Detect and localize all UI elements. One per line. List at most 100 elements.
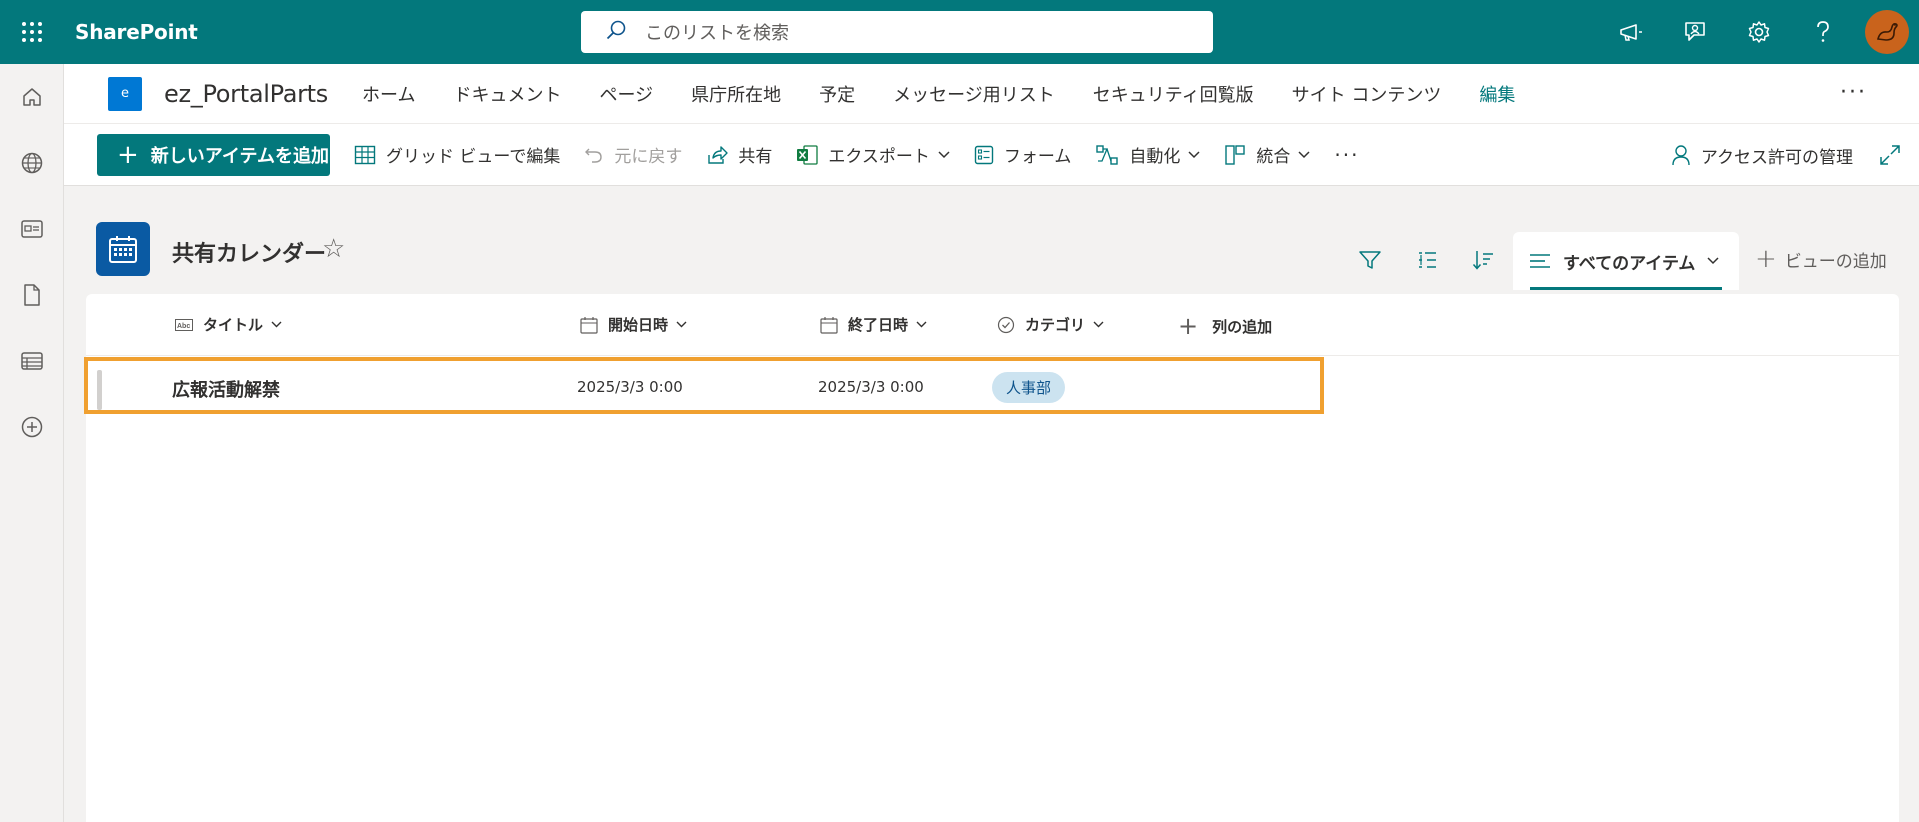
chevron-down-icon (1188, 150, 1200, 159)
column-category-label: カテゴリ (1025, 316, 1086, 334)
nav-item-prefectural-capitals[interactable]: 県庁所在地 (672, 81, 800, 107)
undo-icon (584, 145, 604, 165)
view-lines-icon (1529, 253, 1551, 269)
nav-item-schedule[interactable]: 予定 (800, 81, 874, 107)
site-title[interactable]: ez_PortalParts (164, 80, 328, 108)
column-header-category[interactable]: カテゴリ (997, 314, 1104, 335)
automate-button[interactable]: 自動化 (1095, 142, 1200, 167)
filter-icon[interactable] (1358, 232, 1382, 288)
site-logo[interactable]: e (108, 76, 142, 111)
new-item-label: 新しいアイテムを追加 (150, 145, 329, 167)
document-icon[interactable] (0, 262, 64, 328)
column-header-end[interactable]: 終了日時 (820, 314, 927, 335)
search-box[interactable]: このリストを検索 (581, 11, 1213, 53)
column-end-label: 終了日時 (848, 316, 909, 334)
news-icon[interactable] (0, 196, 64, 262)
integrate-icon (1224, 144, 1246, 166)
megaphone-icon[interactable] (1599, 0, 1663, 64)
home-icon[interactable] (0, 64, 64, 130)
nav-item-home[interactable]: ホーム (343, 81, 434, 107)
manage-access-button[interactable]: アクセス許可の管理 (1671, 143, 1853, 168)
undo-button[interactable]: 元に戻す (584, 142, 682, 167)
text-field-icon: Abc (175, 318, 193, 331)
calendar-small-icon (580, 316, 598, 334)
grid-edit-label: グリッド ビューで編集 (386, 147, 561, 167)
chevron-down-icon (1093, 321, 1104, 328)
view-selector[interactable]: すべてのアイテム (1513, 232, 1739, 290)
globe-icon[interactable] (0, 130, 64, 196)
add-view-button[interactable]: + ビューの追加 (1755, 246, 1887, 272)
sort-icon[interactable] (1472, 232, 1494, 288)
add-column-button[interactable]: + 列の追加 (1178, 314, 1272, 338)
chevron-down-icon (916, 321, 927, 328)
undo-label: 元に戻す (614, 147, 683, 167)
feedback-icon[interactable] (1663, 0, 1727, 64)
forms-label: フォーム (1003, 147, 1072, 167)
gear-icon[interactable] (1727, 0, 1791, 64)
share-label: 共有 (738, 147, 773, 167)
site-navigation: ホーム ドキュメント ページ 県庁所在地 予定 メッセージ用リスト セキュリティ… (343, 81, 1534, 107)
help-icon[interactable] (1791, 0, 1855, 64)
nav-item-documents[interactable]: ドキュメント (434, 81, 580, 107)
site-more-button[interactable]: ··· (1840, 80, 1867, 105)
plus-icon: + (1755, 244, 1777, 274)
nav-item-pages[interactable]: ページ (580, 81, 672, 107)
manage-access-label: アクセス許可の管理 (1700, 147, 1853, 168)
list-title[interactable]: 共有カレンダー (172, 236, 326, 268)
favorite-star-icon[interactable]: ☆ (322, 234, 345, 264)
person-icon (1671, 144, 1691, 166)
plus-icon: + (1178, 312, 1199, 340)
choice-icon (997, 316, 1015, 334)
export-label: エクスポート (828, 147, 930, 167)
column-header-start[interactable]: 開始日時 (580, 314, 687, 335)
brand-name[interactable]: SharePoint (75, 20, 198, 44)
chevron-down-icon (1298, 150, 1310, 159)
avatar[interactable] (1865, 10, 1909, 54)
calendar-small-icon (820, 316, 838, 334)
plus-icon: + (117, 139, 139, 170)
automate-label: 自動化 (1129, 147, 1181, 167)
export-button[interactable]: エクスポート (796, 142, 950, 167)
calendar-icon (96, 222, 150, 276)
more-commands-button[interactable]: ··· (1334, 143, 1359, 167)
site-header: e ez_PortalParts ホーム ドキュメント ページ 県庁所在地 予定… (64, 64, 1919, 124)
app-launcher-icon[interactable] (0, 0, 64, 64)
new-item-button[interactable]: + 新しいアイテムを追加 (97, 133, 330, 176)
column-header-row: Abc タイトル 開始日時 終了日時 カテゴリ + 列の追加 (86, 294, 1899, 356)
chevron-down-icon (676, 321, 687, 328)
search-icon (605, 19, 627, 45)
column-header-title[interactable]: Abc タイトル (175, 314, 282, 335)
nav-item-edit[interactable]: 編集 (1460, 81, 1534, 107)
group-by-icon[interactable] (1416, 232, 1438, 288)
integrate-label: 統合 (1256, 147, 1291, 167)
row-highlight-box (84, 357, 1324, 414)
command-bar: + 新しいアイテムを追加 グリッド ビューで編集 元に戻す 共有 エクスポート (64, 124, 1919, 186)
view-name: すべてのアイテム (1563, 253, 1696, 274)
view-tab-underline (1530, 287, 1722, 290)
column-start-label: 開始日時 (608, 316, 669, 334)
grid-edit-button[interactable]: グリッド ビューで編集 (354, 142, 560, 167)
forms-button[interactable]: フォーム (974, 142, 1072, 167)
column-title-label: タイトル (203, 316, 264, 334)
add-column-label: 列の追加 (1212, 317, 1273, 336)
list-icon[interactable] (0, 328, 64, 394)
nav-item-site-contents[interactable]: サイト コンテンツ (1273, 81, 1461, 107)
chevron-down-icon (1707, 257, 1719, 265)
search-input[interactable]: このリストを検索 (645, 19, 789, 45)
svg-text:Abc: Abc (177, 323, 190, 330)
nav-item-security-circular[interactable]: セキュリティ回覧版 (1074, 81, 1273, 107)
add-view-label: ビューの追加 (1784, 251, 1887, 272)
chevron-down-icon (271, 321, 282, 328)
left-rail (0, 64, 64, 822)
excel-icon (796, 144, 819, 165)
share-button[interactable]: 共有 (706, 142, 772, 167)
integrate-button[interactable]: 統合 (1224, 142, 1310, 167)
nav-item-message-list[interactable]: メッセージ用リスト (874, 81, 1074, 107)
grid-icon (354, 145, 376, 165)
share-icon (706, 145, 729, 165)
suite-bar: SharePoint このリストを検索 (0, 0, 1919, 64)
expand-icon[interactable] (1879, 144, 1901, 166)
add-icon[interactable] (0, 394, 64, 460)
chevron-down-icon (938, 150, 950, 159)
flow-icon (1095, 144, 1119, 166)
